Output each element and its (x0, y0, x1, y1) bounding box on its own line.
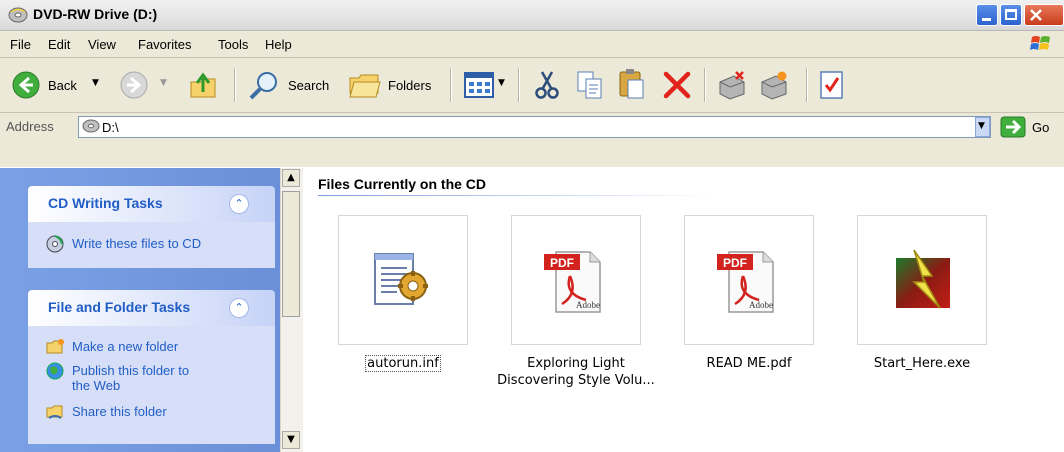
scroll-down-button[interactable]: ▼ (282, 431, 300, 449)
cd-writing-tasks-header[interactable]: CD Writing Tasks ⌃ (28, 186, 275, 222)
task-pane: CD Writing Tasks ⌃ Write these files to … (0, 168, 280, 452)
search-button[interactable]: Search (288, 78, 329, 93)
menu-file[interactable]: File (10, 37, 31, 52)
task-label: Publish this folder to the Web (72, 363, 190, 393)
minimize-icon (982, 18, 991, 21)
close-icon (1030, 9, 1042, 21)
cd-drive-icon (82, 119, 100, 133)
task-label: Share this folder (72, 404, 167, 419)
collapse-icon[interactable]: ⌃ (229, 194, 249, 214)
toolbar-separator (518, 68, 520, 102)
address-input[interactable] (78, 116, 991, 138)
write-cd-icon (46, 235, 64, 253)
maximize-button[interactable] (1000, 4, 1022, 26)
toolbar: Back ▼ ▼ Search Folders ▼ (0, 58, 1064, 113)
file-tile-exploring-light[interactable]: PDF Adobe (511, 215, 641, 345)
menu-edit[interactable]: Edit (48, 37, 70, 52)
forward-dropdown-icon[interactable]: ▼ (160, 78, 167, 88)
menu-favorites[interactable]: Favorites (138, 37, 191, 52)
paste-icon[interactable] (618, 68, 646, 100)
title-bar[interactable]: DVD-RW Drive (D:) (0, 0, 1064, 31)
collapse-icon[interactable]: ⌃ (229, 298, 249, 318)
views-dropdown-icon[interactable]: ▼ (498, 78, 505, 88)
close-button[interactable] (1024, 4, 1064, 26)
chevron-down-icon: ▼ (978, 121, 985, 131)
address-value: D:\ (102, 120, 119, 135)
search-icon[interactable] (248, 70, 280, 100)
panel-title: CD Writing Tasks (48, 195, 163, 211)
svg-text:Adobe: Adobe (576, 300, 600, 310)
pdf-icon: PDF Adobe (544, 251, 601, 313)
folders-button[interactable]: Folders (388, 78, 431, 93)
back-arrow-icon[interactable] (12, 71, 40, 99)
views-icon[interactable] (464, 72, 494, 98)
task-label: Make a new folder (72, 339, 179, 354)
file-folder-tasks-header[interactable]: File and Folder Tasks ⌃ (28, 290, 275, 326)
toolbar-separator (450, 68, 452, 102)
properties-icon[interactable] (818, 70, 846, 100)
svg-text:PDF: PDF (723, 256, 747, 270)
toolbar-separator (806, 68, 808, 102)
menu-help[interactable]: Help (265, 37, 292, 52)
chevron-up-icon: ▲ (287, 172, 295, 183)
file-name-autorun[interactable]: autorun.inf (303, 355, 503, 372)
chevron-down-icon: ▼ (287, 434, 295, 445)
address-dropdown-button[interactable]: ▼ (975, 117, 990, 137)
file-tile-readme[interactable]: PDF Adobe (684, 215, 814, 345)
panel-title: File and Folder Tasks (48, 299, 191, 315)
file-tile-start-here[interactable] (857, 215, 987, 345)
menu-tools[interactable]: Tools (218, 37, 248, 52)
toolbar-separator (704, 68, 706, 102)
toolbar-separator (234, 68, 236, 102)
group-header: Files Currently on the CD (318, 176, 487, 192)
forward-arrow-icon[interactable] (120, 71, 148, 99)
inf-settings-icon (374, 253, 428, 305)
remove-from-cd-icon[interactable] (716, 70, 748, 100)
svg-text:PDF: PDF (550, 256, 574, 270)
window-title: DVD-RW Drive (D:) (33, 6, 158, 22)
share-folder-icon (46, 405, 63, 419)
address-bar: Address D:\ ▼ Go (0, 113, 1064, 167)
back-button[interactable]: Back (48, 78, 77, 93)
group-divider (318, 195, 714, 196)
back-dropdown-icon[interactable]: ▼ (92, 78, 99, 88)
new-folder-icon (46, 339, 64, 354)
cut-icon[interactable] (534, 70, 560, 100)
globe-icon (46, 362, 64, 380)
menu-bar: File Edit View Favorites Tools Help (0, 31, 1064, 58)
windows-logo-icon (1030, 36, 1050, 50)
add-to-cd-icon[interactable] (758, 70, 790, 100)
go-button[interactable]: Go (1032, 120, 1049, 135)
minimize-button[interactable] (976, 4, 998, 26)
address-label: Address (6, 119, 54, 134)
exe-lightning-icon (896, 249, 950, 309)
scroll-thumb[interactable] (282, 191, 300, 317)
file-name-readme[interactable]: READ ME.pdf (649, 355, 849, 372)
maximize-icon (1005, 9, 1017, 20)
folders-icon[interactable] (348, 71, 382, 99)
file-folder-tasks-body: Make a new folder Publish this folder to… (28, 326, 275, 444)
svg-text:Adobe: Adobe (749, 300, 773, 310)
up-folder-icon[interactable] (188, 70, 218, 100)
copy-icon[interactable] (576, 70, 604, 100)
go-arrow-icon[interactable] (1000, 116, 1026, 138)
pdf-icon: PDF Adobe (717, 251, 774, 313)
file-name-exploring-light[interactable]: Exploring Light Discovering Style Volu..… (476, 355, 676, 389)
cd-drive-icon (8, 7, 28, 23)
menu-view[interactable]: View (88, 37, 116, 52)
scroll-up-button[interactable]: ▲ (282, 169, 300, 187)
file-name-start-here[interactable]: Start_Here.exe (822, 355, 1022, 372)
task-label: Write these files to CD (72, 236, 202, 251)
delete-icon[interactable] (662, 70, 692, 100)
file-tile-autorun[interactable] (338, 215, 468, 345)
cd-writing-tasks-body: Write these files to CD (28, 222, 275, 268)
